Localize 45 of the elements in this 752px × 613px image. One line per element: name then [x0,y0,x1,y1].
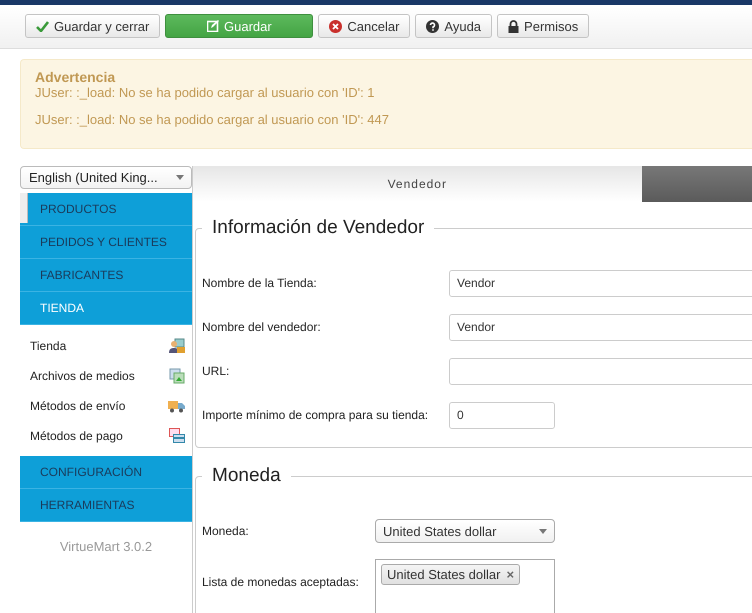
images-icon [169,368,185,384]
section-title: Información de Vendedor [211,217,426,239]
menu-link[interactable]: Archivos de medios [20,361,192,391]
section-title: Moneda [211,465,282,487]
toolbar-button[interactable]: Cancelar [318,14,410,38]
input-field[interactable] [449,358,752,384]
currency-list-field[interactable]: United States dollar × [375,559,555,613]
toolbar-button[interactable]: Permisos [497,14,590,38]
lock-icon [508,20,520,32]
input-field[interactable]: Vendor [449,314,752,340]
menu-link[interactable]: Tienda [20,331,192,361]
input-field[interactable]: 0 [449,402,555,428]
field-label: URL: [202,364,230,378]
menu-section[interactable]: PEDIDOS Y CLIENTES [20,226,192,259]
alert-message: JUser: :_load: No se ha podido cargar al usuario con 'ID': 1 [35,85,376,101]
collapse-handle[interactable] [20,193,28,223]
truck-icon [168,399,185,413]
field-label: Importe mínimo de compra para su tienda: [202,408,430,422]
field-label: Lista de monedas aceptadas: [202,575,360,589]
field-label: Nombre del vendedor: [202,320,322,334]
input-field[interactable]: Vendor [449,270,752,296]
person-card-icon [169,338,185,354]
currency-tag: United States dollar × [381,564,520,585]
alert-message: JUser: :_load: No se ha podido cargar al usuario con 'ID': 447 [35,112,390,128]
currency-select[interactable]: United States dollar [375,519,555,543]
help-icon [426,20,440,32]
field-label: Nombre de la Tienda: [202,276,318,290]
toolbar-button[interactable]: Ayuda [415,14,492,38]
card-icon [169,428,185,444]
field-label: Moneda: [202,524,250,538]
toolbar-button[interactable]: Guardar y cerrar [25,14,160,38]
language-select[interactable]: English (United King... [20,166,192,189]
tab[interactable] [642,166,752,202]
menu-link[interactable]: Métodos de envío [20,391,192,421]
menu-section[interactable]: PRODUCTOS [20,193,192,226]
alert-title: Advertencia [35,69,116,85]
menu-section[interactable]: FABRICANTES [20,259,192,292]
menu-section[interactable]: HERRAMIENTAS [20,489,192,522]
close-icon [329,20,342,32]
edit-icon [207,20,220,32]
remove-button[interactable]: × [506,567,514,582]
menu-section[interactable]: CONFIGURACIÓN [20,456,192,489]
menu-link[interactable]: Métodos de pago [20,421,192,451]
check-icon [36,20,49,32]
version-text: VirtueMart 3.0.2 [58,539,154,554]
